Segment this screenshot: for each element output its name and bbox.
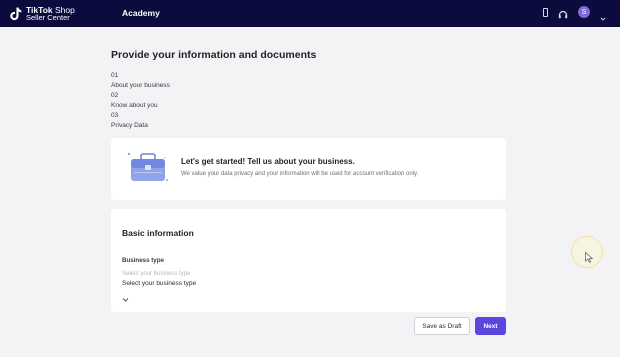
step-label-know-about-you[interactable]: Know about you	[111, 101, 170, 111]
tiktok-logo-icon	[10, 7, 22, 21]
next-button[interactable]: Next	[475, 317, 506, 335]
step-number: 02	[111, 92, 119, 100]
mouse-cursor-icon	[585, 250, 594, 263]
chevron-down-icon[interactable]	[122, 290, 129, 302]
intro-title: Let's get started! Tell us about your bu…	[181, 157, 355, 166]
header-actions: S	[543, 6, 606, 21]
chevron-down-icon[interactable]	[600, 9, 606, 21]
headset-icon[interactable]	[558, 7, 568, 19]
tiktok-shop-logo[interactable]: TikTok Shop Seller Center	[10, 5, 75, 22]
intro-card: Let's get started! Tell us about your bu…	[111, 138, 506, 200]
basic-information-card: Basic information Business type Select y…	[111, 209, 506, 312]
briefcase-icon	[125, 150, 171, 186]
step-number: 01	[111, 72, 119, 79]
logo-subtitle: Seller Center	[26, 12, 70, 22]
page-title: Provide your information and documents	[111, 49, 317, 61]
step-label-privacy-data[interactable]: Privacy Data	[111, 121, 170, 131]
business-type-placeholder: Select your business type	[122, 271, 191, 277]
step-number: 03	[111, 112, 119, 120]
step-label-about-business[interactable]: About your business	[111, 81, 170, 91]
section-title: Basic information	[122, 228, 194, 238]
avatar[interactable]: S	[578, 6, 590, 18]
phone-icon[interactable]	[543, 7, 548, 17]
top-navigation-bar: TikTok Shop Seller Center Academy S	[0, 0, 620, 27]
step-list: 01 About your business 02 Know about you…	[111, 71, 170, 132]
business-type-label: Business type	[122, 257, 164, 264]
save-as-draft-button[interactable]: Save as Draft	[414, 317, 470, 335]
intro-description: We value your data privacy and your info…	[181, 171, 419, 177]
nav-academy-link[interactable]: Academy	[122, 8, 160, 18]
business-type-select[interactable]: Select your business type	[122, 280, 196, 287]
